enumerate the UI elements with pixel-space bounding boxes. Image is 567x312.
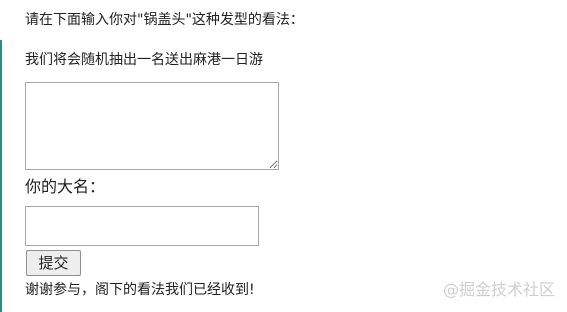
thanks-message: 谢谢参与，阁下的看法我们已经收到! (25, 282, 255, 298)
prompt-text: 请在下面输入你对"锅盖头"这种发型的看法： (25, 12, 304, 28)
comment-textarea[interactable] (25, 82, 279, 170)
name-label: 你的大名： (25, 177, 106, 196)
watermark: @掘金技术社区 (442, 280, 555, 299)
panel-left-border (0, 40, 2, 312)
comment-form: 我们将会随机抽出一名送出麻港一日游 你的大名： 提交 谢谢参与，阁下的看法我们已… (0, 40, 567, 312)
submit-button[interactable]: 提交 (26, 250, 81, 276)
notice-text: 我们将会随机抽出一名送出麻港一日游 (25, 52, 263, 68)
name-input[interactable] (25, 206, 259, 246)
